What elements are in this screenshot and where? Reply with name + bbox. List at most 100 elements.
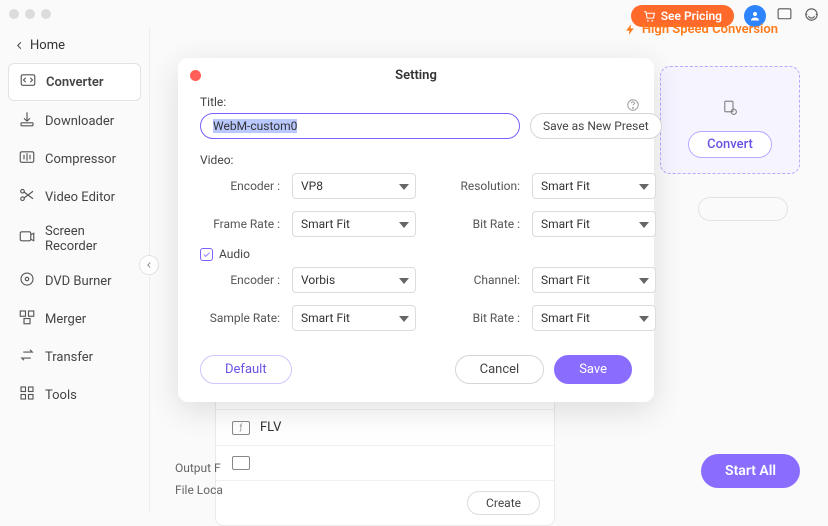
save-label: Save xyxy=(579,362,607,377)
compress-icon xyxy=(18,148,36,170)
create-button[interactable]: Create xyxy=(467,491,540,515)
sidebar-list: Converter Downloader Compressor Video Ed… xyxy=(0,59,149,417)
select-value: Smart Fit xyxy=(541,311,590,325)
audio-encoder-label: Encoder : xyxy=(200,273,280,287)
audio-bitrate-label: Bit Rate : xyxy=(428,311,520,325)
sidebar-item-downloader[interactable]: Downloader xyxy=(8,103,141,139)
format-item-flv[interactable]: ƒ FLV xyxy=(216,410,554,446)
window-min-dot[interactable] xyxy=(25,9,35,19)
sidebar-item-merger[interactable]: Merger xyxy=(8,301,141,337)
video-encoder-select[interactable]: VP8 xyxy=(292,173,416,199)
sidebar-collapse-handle[interactable] xyxy=(139,255,159,275)
audio-grid: Encoder : Vorbis Channel: Smart Fit Samp… xyxy=(200,267,632,331)
frame-rate-select[interactable]: Smart Fit xyxy=(292,211,416,237)
format-label: FLV xyxy=(260,420,281,435)
modal-header: Setting xyxy=(178,58,654,91)
default-button[interactable]: Default xyxy=(200,355,292,384)
modal-close-dot[interactable] xyxy=(190,70,201,81)
sidebar-item-label: Compressor xyxy=(45,152,116,167)
file-location-label: File Loca xyxy=(175,479,223,501)
resolution-label: Resolution: xyxy=(428,179,520,193)
video-bitrate-select[interactable]: Smart Fit xyxy=(532,211,656,237)
save-as-preset-button[interactable]: Save as New Preset xyxy=(530,113,662,139)
select-value: Vorbis xyxy=(301,273,335,287)
sidebar-item-label: Tools xyxy=(45,388,77,403)
start-all-label: Start All xyxy=(725,463,776,479)
default-label: Default xyxy=(225,362,267,377)
search-input[interactable] xyxy=(698,197,788,221)
audio-bitrate-select[interactable]: Smart Fit xyxy=(532,305,656,331)
window-controls xyxy=(9,9,51,19)
audio-enabled-checkbox[interactable] xyxy=(200,248,213,261)
modal-footer: Default Cancel Save xyxy=(178,331,654,384)
sample-rate-select[interactable]: Smart Fit xyxy=(292,305,416,331)
convert-dropzone[interactable]: Convert xyxy=(660,66,800,174)
home-label: Home xyxy=(30,38,65,53)
sidebar-item-video-editor[interactable]: Video Editor xyxy=(8,179,141,215)
flv-icon: ƒ xyxy=(232,421,250,435)
more-format-icon xyxy=(232,456,250,470)
modal-body: Title: Save as New Preset Video: Encoder… xyxy=(178,91,654,331)
sidebar-item-compressor[interactable]: Compressor xyxy=(8,141,141,177)
modal-title: Setting xyxy=(395,68,437,83)
create-label: Create xyxy=(486,496,521,510)
high-speed-label: High Speed Conversion xyxy=(642,22,778,37)
sidebar-item-tools[interactable]: Tools xyxy=(8,377,141,413)
sidebar-item-label: Transfer xyxy=(45,350,93,365)
sidebar-item-transfer[interactable]: Transfer xyxy=(8,339,141,375)
record-icon xyxy=(18,228,36,250)
save-preset-label: Save as New Preset xyxy=(543,119,649,133)
audio-section-label: Audio xyxy=(219,247,250,261)
window-max-dot[interactable] xyxy=(41,9,51,19)
select-value: Smart Fit xyxy=(301,217,350,231)
convert-button[interactable]: Convert xyxy=(688,131,772,158)
sidebar-item-label: Downloader xyxy=(45,114,114,129)
sidebar-item-label: Video Editor xyxy=(45,190,115,205)
cancel-label: Cancel xyxy=(480,362,520,377)
sidebar-item-label: Screen Recorder xyxy=(45,224,131,254)
sidebar-item-dvd-burner[interactable]: DVD Burner xyxy=(8,263,141,299)
high-speed-badge[interactable]: High Speed Conversion xyxy=(614,18,788,41)
video-encoder-label: Encoder : xyxy=(200,179,280,193)
download-icon xyxy=(18,110,36,132)
file-settings-icon xyxy=(721,99,739,131)
video-bitrate-label: Bit Rate : xyxy=(428,217,520,231)
format-item-more[interactable] xyxy=(216,446,554,481)
sidebar-item-label: DVD Burner xyxy=(45,274,112,289)
channel-label: Channel: xyxy=(428,273,520,287)
support-icon[interactable] xyxy=(803,6,820,27)
disc-icon xyxy=(18,270,36,292)
sidebar-item-label: Converter xyxy=(46,75,104,90)
sidebar: Home Converter Downloader Compressor Vid… xyxy=(0,28,150,512)
start-all-button[interactable]: Start All xyxy=(701,454,800,488)
audio-encoder-select[interactable]: Vorbis xyxy=(292,267,416,293)
footer-info: Output F File Loca xyxy=(175,457,223,501)
audio-section-row: Audio xyxy=(200,247,632,261)
help-icon[interactable] xyxy=(626,98,640,116)
window-close-dot[interactable] xyxy=(9,9,19,19)
home-link[interactable]: Home xyxy=(0,32,149,59)
preset-title-input[interactable] xyxy=(200,113,520,139)
merge-icon xyxy=(18,308,36,330)
video-grid: Encoder : VP8 Resolution: Smart Fit Fram… xyxy=(200,173,632,237)
convert-label: Convert xyxy=(707,137,753,152)
sidebar-item-screen-recorder[interactable]: Screen Recorder xyxy=(8,217,141,261)
sample-rate-label: Sample Rate: xyxy=(200,311,280,325)
select-value: Smart Fit xyxy=(541,179,590,193)
select-value: VP8 xyxy=(301,179,323,193)
output-format-label: Output F xyxy=(175,457,223,479)
transfer-icon xyxy=(18,346,36,368)
settings-modal: Setting Title: Save as New Preset Video:… xyxy=(178,58,654,402)
select-value: Smart Fit xyxy=(541,273,590,287)
cancel-button[interactable]: Cancel xyxy=(455,355,545,384)
converter-icon xyxy=(19,71,37,93)
save-button[interactable]: Save xyxy=(554,355,632,384)
resolution-select[interactable]: Smart Fit xyxy=(532,173,656,199)
scissors-icon xyxy=(18,186,36,208)
format-create-row: Create xyxy=(216,481,554,525)
select-value: Smart Fit xyxy=(541,217,590,231)
sidebar-item-converter[interactable]: Converter xyxy=(8,63,141,101)
select-value: Smart Fit xyxy=(301,311,350,325)
frame-rate-label: Frame Rate : xyxy=(200,217,280,231)
channel-select[interactable]: Smart Fit xyxy=(532,267,656,293)
